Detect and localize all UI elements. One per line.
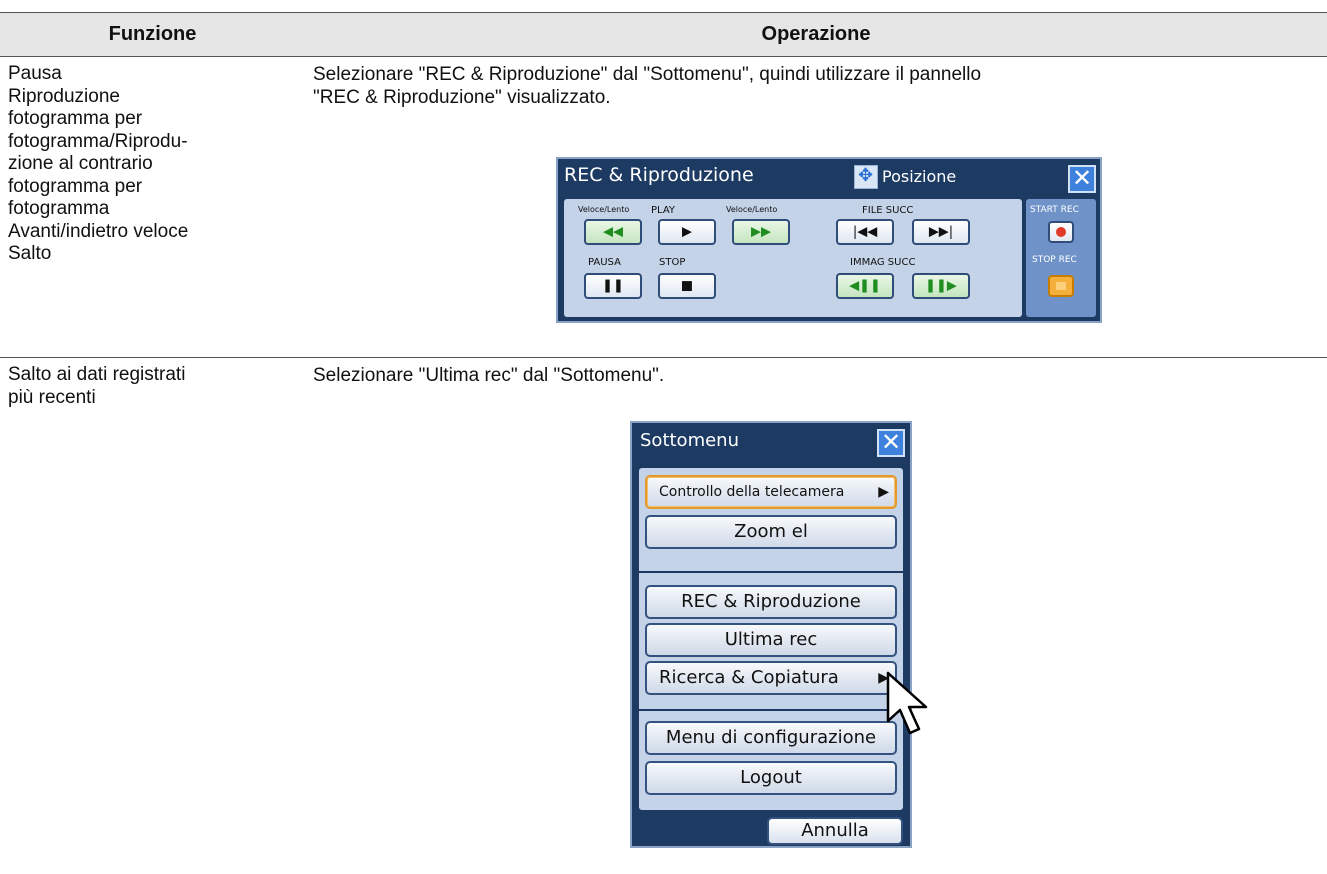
play-icon: ▶ — [682, 224, 692, 240]
menu-separator — [639, 709, 903, 711]
function-line: fotogramma per — [8, 175, 143, 197]
function-line: Salto — [8, 243, 52, 264]
rec-playback-button[interactable]: REC & Riproduzione — [645, 585, 897, 619]
play-label: PLAY — [651, 205, 676, 216]
stop-icon: ■ — [680, 278, 694, 294]
submenu-title: Sottomenu — [640, 430, 739, 451]
logout-button[interactable]: Logout — [645, 761, 897, 795]
frame-back-icon: ◀❚❚ — [849, 278, 881, 294]
veloce-lento-label: Veloce/Lento — [726, 205, 778, 214]
file-succ-label: FILE SUCC — [862, 205, 914, 216]
setup-menu-button[interactable]: Menu di configurazione — [645, 721, 897, 755]
pointer-arrow-icon — [886, 671, 928, 735]
skip-forward-icon: ▶▶| — [928, 224, 954, 240]
rec-playback-panel: REC & Riproduzione Posizione ✕ Veloce/Le… — [556, 157, 1102, 323]
stop-rec-label: STOP REC — [1032, 255, 1077, 265]
stop-label: STOP — [659, 257, 686, 268]
record-icon — [1056, 227, 1066, 237]
skip-back-icon: |◀◀ — [852, 224, 878, 240]
camera-control-button[interactable]: Controllo della telecamera ▶ — [645, 475, 897, 509]
start-rec-label: START REC — [1030, 205, 1079, 215]
header-funzione: Funzione — [108, 23, 197, 45]
function-line: fotogramma/Riprodu- — [8, 130, 188, 152]
veloce-lento-label: Veloce/Lento — [578, 205, 630, 214]
cancel-button[interactable]: Annulla — [767, 817, 903, 845]
fast-forward-button[interactable]: ▶▶ — [732, 219, 790, 245]
row1-function-cell: Pausa Riproduzione fotogramma per fotogr… — [8, 63, 298, 266]
submenu-close-button[interactable]: ✕ — [877, 429, 905, 457]
header-operazione: Operazione — [761, 23, 871, 45]
fast-forward-icon: ▶▶ — [751, 224, 771, 240]
pausa-label: PAUSA — [588, 257, 621, 268]
rewind-icon: ◀◀ — [603, 224, 623, 240]
function-line: Avanti/indietro veloce — [8, 220, 189, 242]
rec-panel-close-button[interactable]: ✕ — [1068, 165, 1096, 193]
pause-button[interactable]: ❚❚ — [584, 273, 642, 299]
stop-rec-button[interactable] — [1048, 275, 1074, 297]
menu-item-label: Ricerca & Copiatura — [659, 667, 839, 688]
row2-operation-cell: Selezionare "Ultima rec" dal "Sottomenu"… — [313, 364, 1313, 387]
function-line: più recenti — [8, 386, 96, 408]
rewind-button[interactable]: ◀◀ — [584, 219, 642, 245]
pause-icon: ❚❚ — [602, 278, 624, 294]
latest-rec-button[interactable]: Ultima rec — [645, 623, 897, 657]
menu-separator — [639, 571, 903, 573]
operation-line: Selezionare "REC & Riproduzione" dal "So… — [313, 64, 982, 85]
next-frame-button[interactable]: ❚❚▶ — [912, 273, 970, 299]
start-rec-button[interactable] — [1048, 221, 1074, 243]
function-line: zione al contrario — [8, 153, 153, 174]
operation-line: "REC & Riproduzione" visualizzato. — [313, 87, 611, 108]
function-line: fotogramma — [8, 198, 110, 219]
stop-record-icon — [1056, 282, 1066, 290]
function-line: Salto ai dati registrati — [8, 364, 186, 385]
immag-succ-label: IMMAG SUCC — [850, 257, 916, 268]
stop-button[interactable]: ■ — [658, 273, 716, 299]
position-label[interactable]: Posizione — [882, 167, 956, 186]
row1-operation-cell: Selezionare "REC & Riproduzione" dal "So… — [313, 63, 1313, 109]
submenu-arrow-icon: ▶ — [878, 484, 889, 500]
row-divider — [0, 357, 1327, 358]
zoom-el-button[interactable]: Zoom el — [645, 515, 897, 549]
play-button[interactable]: ▶ — [658, 219, 716, 245]
rec-controls-area: Veloce/Lento PLAY Veloce/Lento FILE SUCC… — [564, 199, 1022, 317]
submenu-panel: Sottomenu ✕ Controllo della telecamera ▶… — [630, 421, 928, 848]
row2-function-cell: Salto ai dati registrati più recenti — [8, 364, 298, 409]
menu-item-label: Controllo della telecamera — [659, 484, 845, 500]
previous-file-button[interactable]: |◀◀ — [836, 219, 894, 245]
function-line: Riproduzione — [8, 85, 120, 107]
rec-panel-title: REC & Riproduzione — [564, 164, 754, 186]
frame-forward-icon: ❚❚▶ — [925, 278, 957, 294]
function-line: fotogramma per — [8, 108, 143, 129]
move-arrows-icon[interactable] — [854, 165, 878, 189]
recording-controls: START REC STOP REC — [1026, 199, 1096, 317]
search-copy-button[interactable]: Ricerca & Copiatura ▶ — [645, 661, 897, 695]
next-file-button[interactable]: ▶▶| — [912, 219, 970, 245]
operation-line: Selezionare "Ultima rec" dal "Sottomenu"… — [313, 365, 665, 386]
previous-frame-button[interactable]: ◀❚❚ — [836, 273, 894, 299]
function-line: Pausa — [8, 63, 62, 84]
